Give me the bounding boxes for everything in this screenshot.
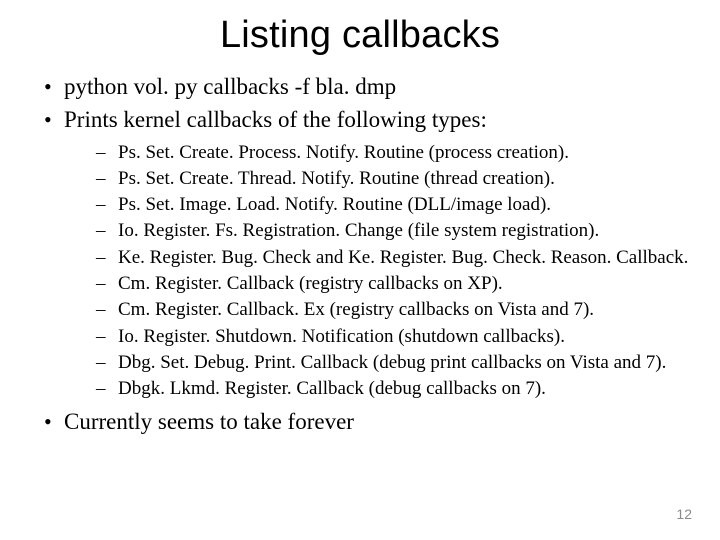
sub-bullet-item: Ke. Register. Bug. Check and Ke. Registe…: [96, 246, 690, 270]
page-number: 12: [676, 506, 692, 522]
sub-bullet-item: Cm. Register. Callback. Ex (registry cal…: [96, 298, 690, 322]
slide: Listing callbacks python vol. py callbac…: [0, 0, 720, 540]
bullet-list: python vol. py callbacks -f bla. dmp Pri…: [30, 73, 690, 436]
bullet-text: Prints kernel callbacks of the following…: [64, 107, 487, 132]
sub-bullet-item: Io. Register. Fs. Registration. Change (…: [96, 219, 690, 243]
sub-bullet-item: Io. Register. Shutdown. Notification (sh…: [96, 325, 690, 349]
sub-bullet-item: Cm. Register. Callback (registry callbac…: [96, 272, 690, 296]
bullet-item: Currently seems to take forever: [40, 408, 690, 437]
bullet-item: Prints kernel callbacks of the following…: [40, 106, 690, 402]
sub-bullet-item: Ps. Set. Create. Thread. Notify. Routine…: [96, 167, 690, 191]
sub-bullet-item: Ps. Set. Image. Load. Notify. Routine (D…: [96, 193, 690, 217]
bullet-item: python vol. py callbacks -f bla. dmp: [40, 73, 690, 102]
slide-title: Listing callbacks: [30, 14, 690, 57]
sub-bullet-item: Ps. Set. Create. Process. Notify. Routin…: [96, 141, 690, 165]
sub-bullet-list: Ps. Set. Create. Process. Notify. Routin…: [64, 141, 690, 402]
sub-bullet-item: Dbg. Set. Debug. Print. Callback (debug …: [96, 351, 690, 375]
sub-bullet-item: Dbgk. Lkmd. Register. Callback (debug ca…: [96, 377, 690, 401]
